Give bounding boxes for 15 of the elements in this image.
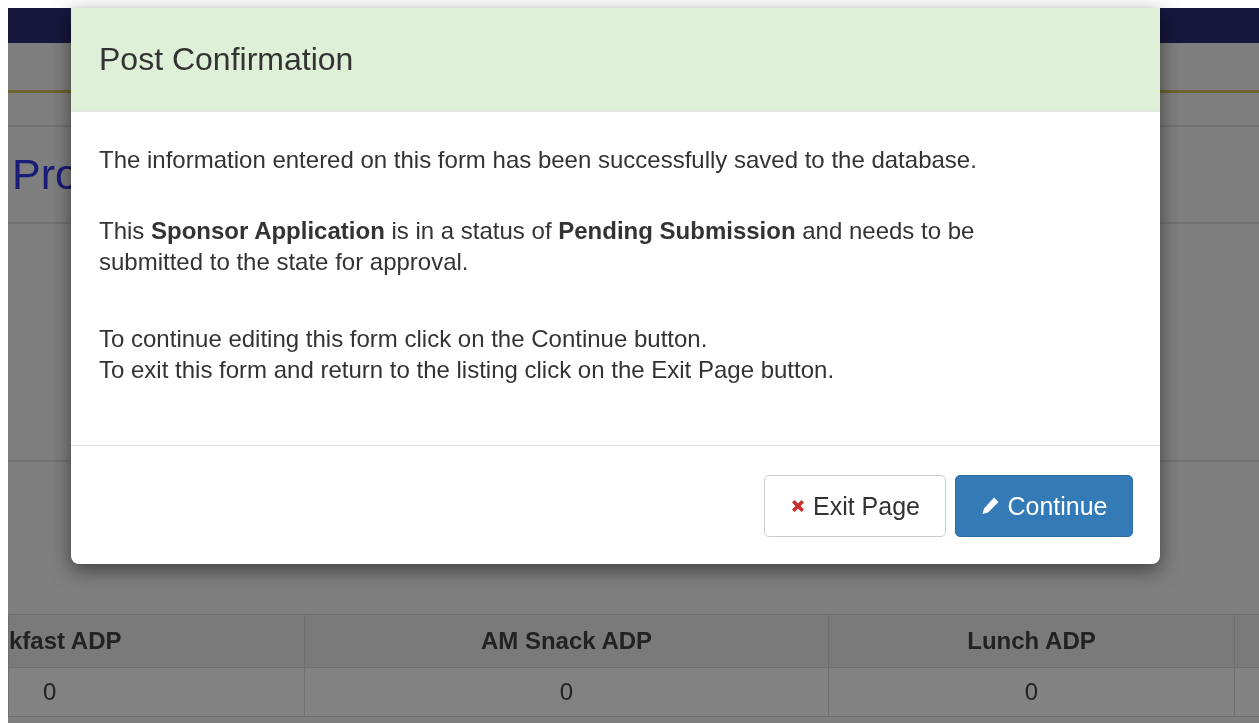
- table-cell: 0: [8, 667, 305, 717]
- table-cell: 0: [304, 667, 829, 717]
- message-text: The information entered on this form has been successfully saved to the database.: [99, 145, 978, 175]
- continue-button[interactable]: Continue: [955, 475, 1133, 537]
- pencil-icon: [980, 496, 1001, 516]
- column-header: AM Snack ADP: [304, 614, 829, 668]
- message-text: To continue editing this form click on the Continue button.: [99, 324, 709, 354]
- message-text: This Sponsor Application is in a status of Pending Submission and needs to be submitted to the state for approval.: [99, 216, 976, 277]
- column-header: kfast ADP: [8, 614, 305, 668]
- exit-page-button[interactable]: Exit Page: [764, 475, 946, 537]
- modal-title: Post Confirmation: [99, 41, 354, 78]
- close-icon: [790, 498, 806, 514]
- message-text: To exit this form and return to the listing click on the Exit Page button.: [99, 355, 836, 385]
- table-cell: 0: [828, 667, 1235, 717]
- column-header: Lunch ADP: [828, 614, 1235, 668]
